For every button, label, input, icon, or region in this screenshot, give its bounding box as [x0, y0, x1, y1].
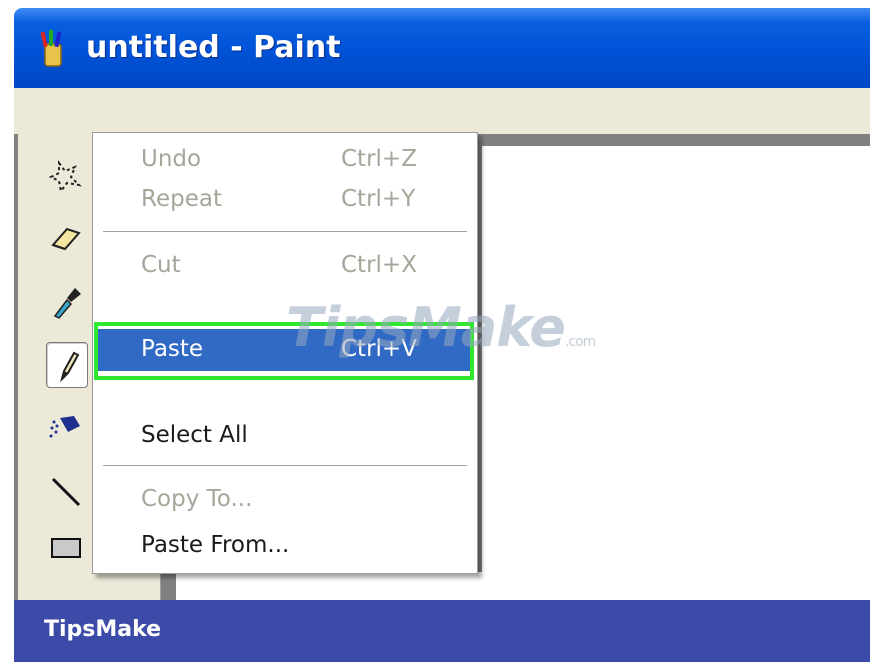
title-bar[interactable]: untitled - Paint [14, 8, 870, 88]
line-tool[interactable] [46, 470, 86, 514]
pencil-tool[interactable] [46, 342, 88, 388]
watermark-suffix: .com [564, 334, 596, 350]
footer-brand: TipsMake [44, 617, 162, 642]
airbrush-icon [49, 416, 80, 438]
free-form-select-tool[interactable] [46, 154, 86, 198]
eraser-icon [51, 227, 81, 251]
line-icon [51, 477, 81, 507]
rectangle-tool[interactable] [46, 526, 86, 570]
drawing-canvas[interactable] [482, 146, 870, 600]
menu-item-label: Repeat [141, 186, 222, 212]
eraser-tool[interactable] [46, 216, 86, 260]
watermark: TipsMake.com [286, 296, 596, 359]
menu-bar [14, 88, 870, 134]
paint-app-icon [36, 30, 68, 68]
menu-item-shortcut: Ctrl+Y [341, 186, 416, 212]
pick-color-icon [53, 288, 81, 319]
menu-item-cut: Cut Ctrl+X [97, 245, 471, 287]
pencil-icon [60, 351, 80, 383]
airbrush-tool[interactable] [46, 406, 86, 450]
menu-item-label: Undo [141, 146, 202, 172]
drawing-canvas-lower[interactable] [176, 572, 870, 600]
menu-item-copy-to: Copy To... [97, 479, 471, 521]
outer-frame-left [0, 0, 14, 662]
outer-frame-top [0, 0, 870, 8]
menu-separator [103, 465, 467, 467]
menu-item-label: Cut [141, 252, 181, 278]
footer-bar: TipsMake [14, 600, 870, 662]
menu-item-repeat: Repeat Ctrl+Y [97, 179, 471, 221]
pick-color-tool[interactable] [46, 280, 86, 324]
menu-item-shortcut: Ctrl+X [341, 252, 417, 278]
menu-item-label: Paste [141, 336, 204, 362]
menu-item-label: Paste From... [141, 532, 290, 558]
menu-item-undo: Undo Ctrl+Z [97, 139, 471, 181]
watermark-text: TipsMake [286, 296, 566, 359]
menu-item-paste-from[interactable]: Paste From... [97, 525, 471, 567]
menu-item-select-all[interactable]: Select All [97, 415, 471, 457]
rectangle-icon [51, 538, 81, 558]
menu-item-shortcut: Ctrl+Z [341, 146, 417, 172]
window-title: untitled - Paint [86, 30, 341, 65]
menu-item-label: Copy To... [141, 486, 253, 512]
menu-separator [103, 231, 467, 233]
free-form-select-icon [49, 160, 82, 193]
menu-item-label: Select All [141, 422, 248, 448]
